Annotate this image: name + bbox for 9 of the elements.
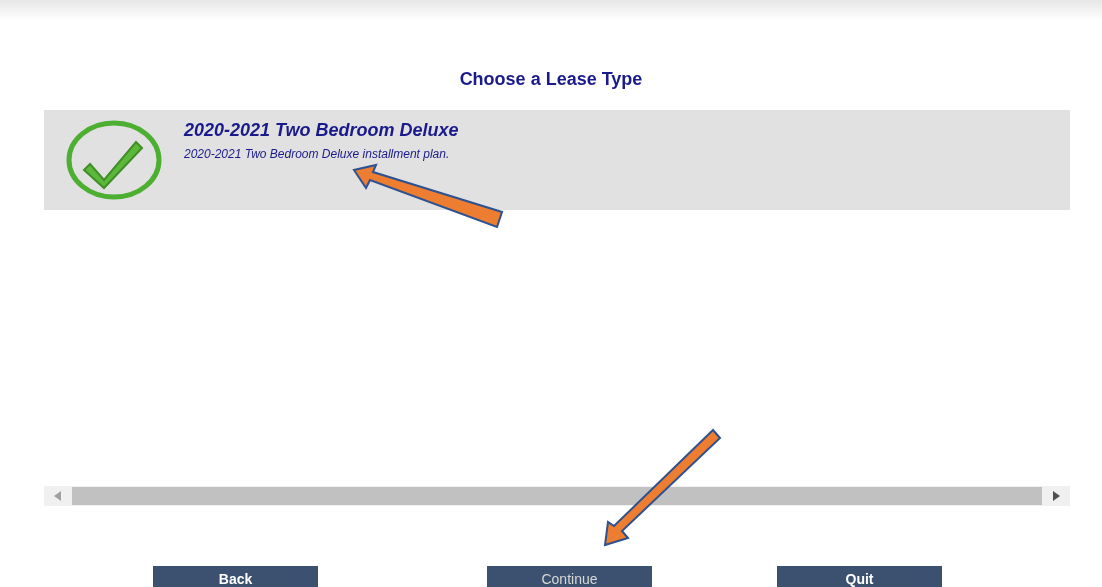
nav-button[interactable]: Back xyxy=(153,566,318,587)
nav-button[interactable]: Quit xyxy=(777,566,942,587)
scroll-left-icon[interactable] xyxy=(54,491,62,501)
page-heading: Choose a Lease Type xyxy=(459,68,643,91)
lease-description: 2020-2021 Two Bedroom Deluxe installment plan. xyxy=(184,146,451,163)
lease-option[interactable]: 2020-2021 Two Bedroom Deluxe 2020-2021 Two Bedroom Deluxe installment plan. xyxy=(44,110,1070,210)
scroll-right-icon[interactable] xyxy=(1052,491,1060,501)
lease-title: 2020-2021 Two Bedroom Deluxe xyxy=(184,120,459,140)
checkmark-icon xyxy=(66,120,162,200)
